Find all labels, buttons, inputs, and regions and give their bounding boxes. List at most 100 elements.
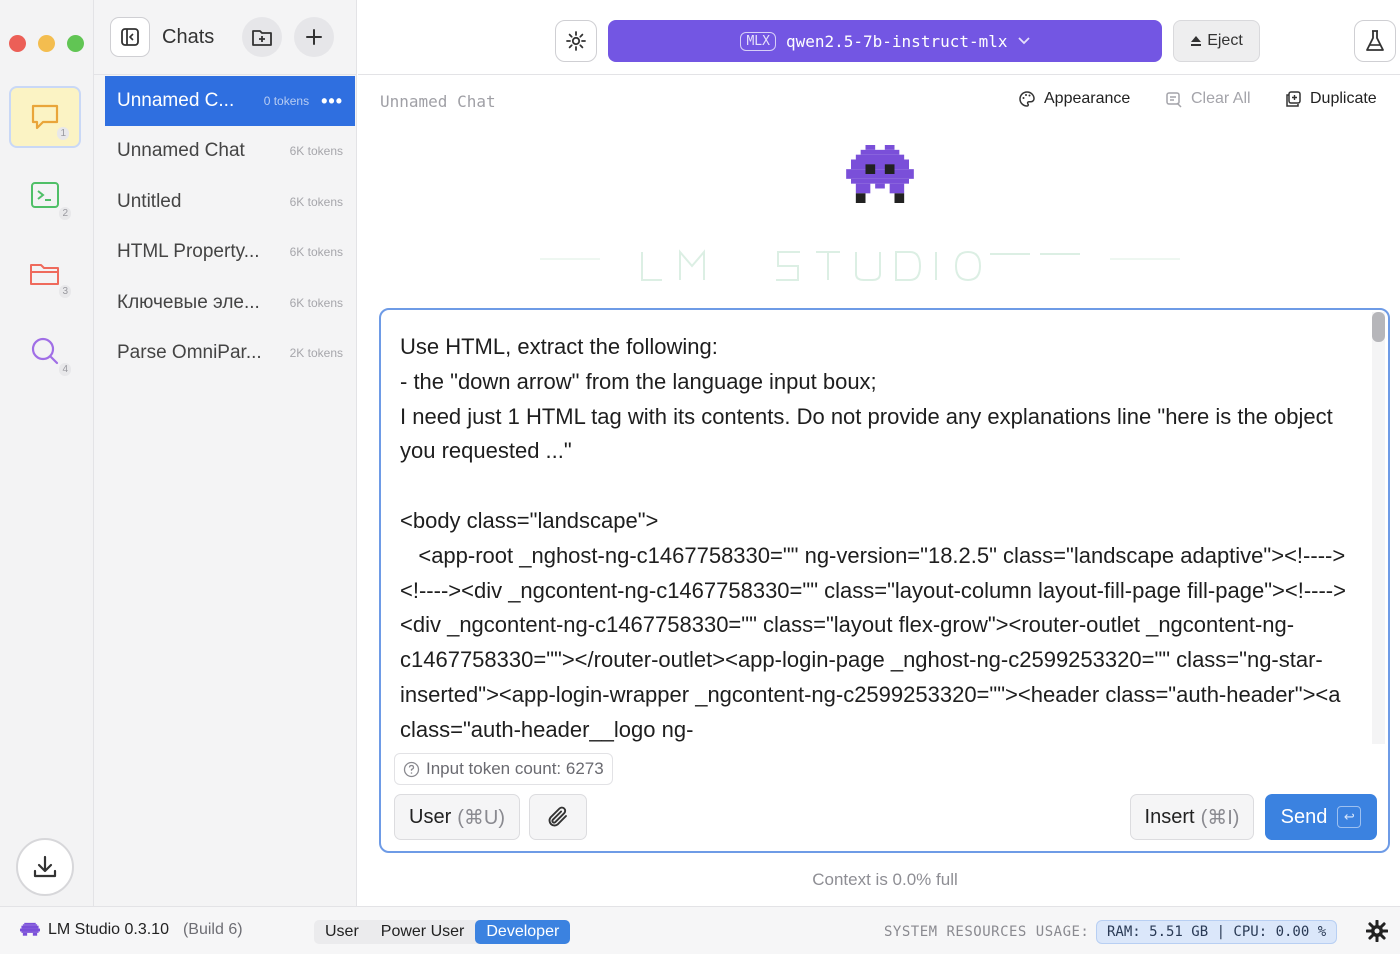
insert-label: Insert: [1144, 805, 1195, 828]
attach-file-button[interactable]: [529, 794, 587, 840]
model-selector[interactable]: MLX qwen2.5-7b-instruct-mlx: [608, 20, 1162, 62]
new-folder-icon: [252, 30, 273, 46]
new-folder-button[interactable]: [242, 17, 283, 57]
role-shortcut: (⌘U): [457, 806, 505, 829]
app-version: LM Studio 0.3.10 (Build 6): [20, 921, 243, 939]
maximize-window-button[interactable]: [67, 35, 84, 52]
insert-button[interactable]: Insert (⌘I): [1130, 794, 1254, 840]
chat-item-name: Unnamed Chat: [117, 140, 245, 161]
help-circle-icon: [403, 761, 420, 777]
rail-terminal-button[interactable]: 2: [9, 164, 81, 226]
build-number: (Build 6): [182, 921, 243, 938]
chat-item-tokens: 6K tokens: [289, 296, 343, 310]
chat-item[interactable]: Unnamed Chat 6K tokens: [105, 126, 355, 176]
chat-title[interactable]: Unnamed Chat: [380, 92, 496, 111]
rail-folder-button[interactable]: 3: [9, 242, 81, 304]
context-usage-text: Context is 0.0% full: [812, 870, 958, 889]
icon-rail: 1 2 3 4: [0, 0, 94, 906]
chat-item[interactable]: Ключевые эле... 6K tokens: [105, 278, 355, 328]
role-selector-button[interactable]: User (⌘U): [394, 794, 520, 840]
chat-item-name: HTML Property...: [117, 241, 260, 262]
rail-number: 3: [59, 285, 71, 298]
send-button[interactable]: Send ↩: [1265, 794, 1377, 840]
chat-item-name: Unnamed C...: [117, 90, 235, 111]
chat-header: Unnamed Chat Appearance Clear All Duplic…: [358, 76, 1400, 126]
mode-switch: User Power User Developer: [314, 920, 571, 944]
chat-item-tokens: 0 tokens: [263, 94, 310, 108]
new-chat-button[interactable]: [294, 17, 335, 57]
terminal-icon: [31, 182, 59, 208]
download-button[interactable]: [16, 838, 74, 896]
chat-item[interactable]: HTML Property... 6K tokens: [105, 227, 355, 277]
chat-list-header: Chats: [94, 0, 356, 75]
minimize-window-button[interactable]: [38, 35, 55, 52]
chat-item-name: Untitled: [117, 191, 182, 212]
chat-item-tokens: 2K tokens: [289, 346, 343, 360]
chat-item-tokens: 6K tokens: [289, 195, 343, 209]
sidebar-icon: [121, 28, 139, 46]
folder-icon: [30, 264, 59, 285]
model-name: qwen2.5-7b-instruct-mlx: [785, 31, 1008, 51]
palette-icon: [1019, 91, 1035, 107]
lm-studio-mascot-logo: [846, 145, 914, 203]
chat-item-tokens: 6K tokens: [289, 144, 343, 158]
textarea-scrollbar[interactable]: [1372, 312, 1385, 744]
message-textarea[interactable]: Use HTML, extract the following: - the "…: [400, 330, 1360, 742]
clear-all-label: Clear All: [1191, 90, 1251, 107]
appearance-label: Appearance: [1044, 90, 1131, 107]
chat-list-panel: Chats Unnamed C... 0 tokens ••• Unnamed …: [94, 0, 357, 906]
system-resources-value[interactable]: RAM: 5.51 GB | CPU: 0.00 %: [1096, 920, 1338, 944]
textarea-scroll-thumb[interactable]: [1372, 312, 1385, 342]
appearance-button[interactable]: Appearance: [1018, 90, 1130, 108]
top-bar: MLX qwen2.5-7b-instruct-mlx Eject: [358, 0, 1400, 75]
model-format-badge: MLX: [740, 31, 776, 51]
rail-number: 1: [57, 127, 69, 140]
role-label: User: [409, 805, 452, 828]
send-label: Send: [1280, 805, 1328, 828]
mode-power-user[interactable]: Power User: [370, 920, 476, 944]
paperclip-icon: [548, 806, 567, 827]
eject-icon: [1191, 36, 1202, 46]
chat-more-button[interactable]: •••: [321, 91, 343, 112]
return-key-icon: ↩: [1337, 806, 1362, 828]
flask-icon: [1366, 30, 1384, 51]
app-name: LM Studio 0.3.10: [48, 921, 169, 938]
gear-icon: [1365, 919, 1389, 943]
eject-label: Eject: [1207, 32, 1243, 49]
clear-all-button[interactable]: Clear All: [1165, 90, 1251, 108]
rail-search-button[interactable]: 4: [9, 320, 81, 382]
status-bar: LM Studio 0.3.10 (Build 6) User Power Us…: [0, 906, 1400, 954]
chat-item[interactable]: Unnamed C... 0 tokens •••: [105, 76, 355, 126]
system-resources-label: SYSTEM RESOURCES USAGE:: [884, 924, 1090, 940]
chat-item-name: Ключевые эле...: [117, 292, 260, 313]
input-token-count-label: Input token count: 6273: [426, 759, 604, 778]
gear-icon: [566, 31, 586, 51]
chat-item-tokens: 6K tokens: [289, 245, 343, 259]
chat-item-name: Parse OmniPar...: [117, 342, 262, 363]
mode-developer[interactable]: Developer: [475, 920, 571, 944]
plus-icon: [306, 29, 323, 45]
duplicate-button[interactable]: Duplicate: [1284, 90, 1377, 108]
app-settings-button[interactable]: [1365, 919, 1389, 947]
rail-number: 4: [59, 363, 71, 376]
settings-button[interactable]: [555, 20, 597, 62]
insert-shortcut: (⌘I): [1200, 806, 1240, 829]
duplicate-label: Duplicate: [1310, 90, 1377, 107]
rail-number: 2: [59, 207, 71, 220]
window-controls: [9, 35, 84, 52]
chevron-down-icon: [1017, 37, 1030, 45]
toggle-sidebar-button[interactable]: [110, 17, 150, 57]
lm-studio-logo-icon: [20, 922, 40, 936]
rail-chat-button[interactable]: 1: [9, 86, 81, 148]
close-window-button[interactable]: [9, 35, 26, 52]
eject-button[interactable]: Eject: [1173, 20, 1260, 62]
chat-item[interactable]: Parse OmniPar... 2K tokens: [105, 328, 355, 378]
input-token-count: Input token count: 6273: [394, 753, 613, 785]
clear-icon: [1166, 92, 1182, 108]
mode-user[interactable]: User: [314, 920, 370, 944]
search-icon: [31, 337, 59, 365]
chat-item[interactable]: Untitled 6K tokens: [105, 177, 355, 227]
download-icon: [33, 855, 57, 878]
experiment-button[interactable]: [1354, 20, 1396, 62]
lm-studio-wordmark-logo: [540, 249, 1180, 282]
